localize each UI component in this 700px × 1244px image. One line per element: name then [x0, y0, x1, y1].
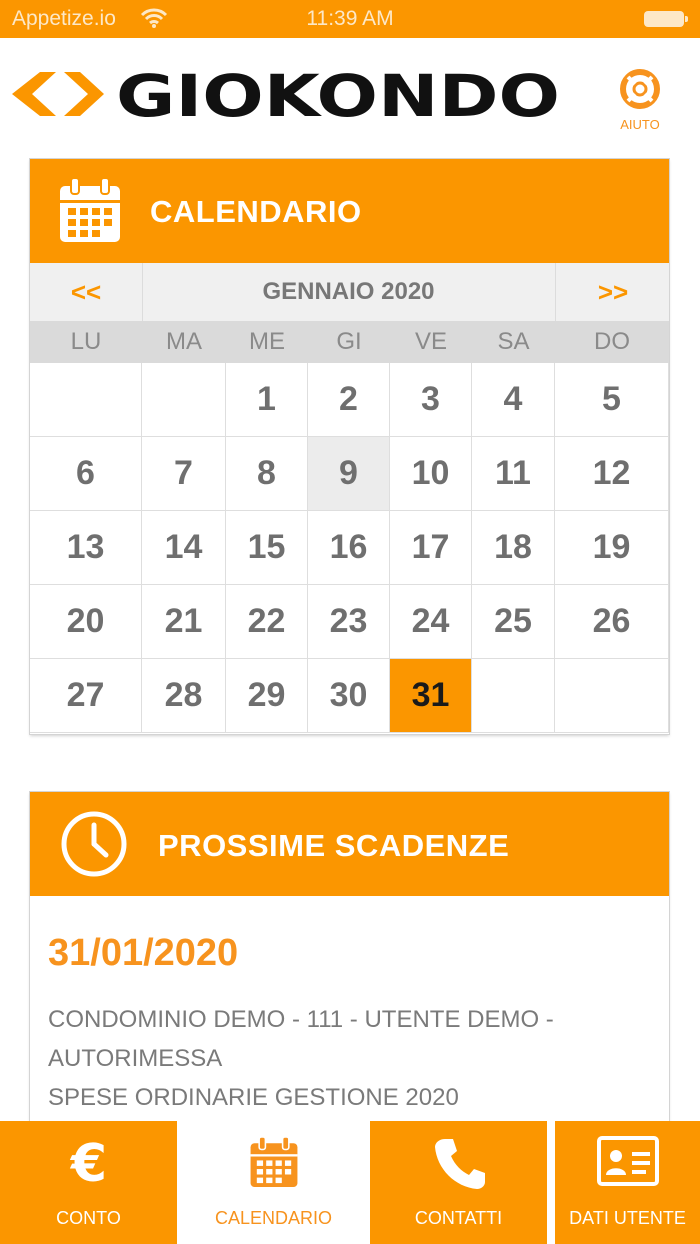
calendar-day[interactable]: 7	[142, 437, 226, 511]
calendar-title: CALENDARIO	[150, 194, 362, 229]
calendar-day[interactable]: 28	[142, 659, 226, 733]
calendar-day[interactable]: 31	[390, 659, 472, 733]
tab-calendario[interactable]: CALENDARIO	[177, 1121, 370, 1244]
calendar-empty-cell	[142, 363, 226, 437]
calendar-empty-cell	[472, 659, 555, 733]
calendar-day[interactable]: 15	[226, 511, 308, 585]
deadline-date: 31/01/2020	[48, 932, 239, 974]
status-time: 11:39 AM	[306, 7, 394, 30]
weekday-label: VE	[414, 328, 447, 355]
calendar-day[interactable]: 4	[472, 363, 555, 437]
calendar-day[interactable]: 1	[226, 363, 308, 437]
prev-month-button[interactable]: <<	[30, 263, 143, 321]
deadline-line: CONDOMINIO DEMO - 111 - UTENTE DEMO -	[48, 1006, 554, 1033]
tab-contatti[interactable]: CONTATTI	[370, 1121, 547, 1244]
calendar-empty-cell	[555, 659, 669, 733]
tab-label: CONTATTI	[414, 1208, 503, 1228]
battery-icon	[644, 11, 688, 27]
calendar-day[interactable]: 10	[390, 437, 472, 511]
calendar-grid: 1 2 3 4 5 6 7 8 9 10 11 12 13 14 15 16 17 18 19 20 21 22 23 24 2…	[30, 363, 669, 733]
deadline-line: SPESE ORDINARIE GESTIONE 2020	[48, 1084, 459, 1111]
id-card-icon	[596, 1136, 659, 1186]
calendar-day[interactable]: 20	[30, 585, 142, 659]
status-bar: Appetize.io 11:39 AM	[0, 0, 700, 38]
tab-dati-utente[interactable]: DATI UTENTE	[555, 1121, 700, 1244]
weekday-header-row: LU MA ME GI VE SA DO	[30, 321, 669, 363]
upcoming-deadlines-card: PROSSIME SCADENZE 31/01/2020 CONDOMINIO …	[30, 792, 669, 1122]
help-button[interactable]: AIUTO	[610, 68, 670, 132]
calendar-day[interactable]: 30	[308, 659, 390, 733]
help-label: AIUTO	[620, 117, 660, 132]
deadlines-header: PROSSIME SCADENZE	[30, 792, 669, 896]
calendar-day[interactable]: 26	[555, 585, 669, 659]
calendar-icon	[250, 1136, 297, 1187]
calendar-header: CALENDARIO	[30, 159, 669, 263]
calendar-day[interactable]: 8	[226, 437, 308, 511]
calendar-day[interactable]: 21	[142, 585, 226, 659]
bottom-tab-bar: € CONTO CALENDARIO CONTATTI DATI UTENTE	[0, 1121, 700, 1244]
next-month-button[interactable]: >>	[555, 263, 670, 321]
calendar-day[interactable]: 22	[226, 585, 308, 659]
euro-icon: €	[69, 1135, 106, 1191]
deadline-line: AUTORIMESSA	[48, 1045, 223, 1072]
calendar-day[interactable]: 3	[390, 363, 472, 437]
tab-label: CONTO	[56, 1208, 121, 1228]
calendar-card: CALENDARIO << GENNAIO 2020 >> LU MA ME GI VE…	[30, 159, 669, 734]
calendar-icon	[60, 177, 120, 242]
calendar-day[interactable]: 11	[472, 437, 555, 511]
svg-text:GIOKONDO: GIOKONDO	[116, 66, 560, 122]
weekday-label: ME	[249, 328, 285, 355]
weekday-label: LU	[70, 328, 102, 355]
calendar-day[interactable]: 17	[390, 511, 472, 585]
giokondo-logo: GIOKONDO	[12, 66, 560, 122]
calendar-day[interactable]: 19	[555, 511, 669, 585]
calendar-day[interactable]: 16	[308, 511, 390, 585]
calendar-day[interactable]: 2	[308, 363, 390, 437]
calendar-day[interactable]: 13	[30, 511, 142, 585]
weekday-label: SA	[497, 328, 530, 355]
calendar-day[interactable]: 6	[30, 437, 142, 511]
deadlines-title: PROSSIME SCADENZE	[158, 828, 510, 863]
calendar-day[interactable]: 18	[472, 511, 555, 585]
lifebuoy-icon	[620, 69, 660, 109]
calendar-day[interactable]: 25	[472, 585, 555, 659]
deadline-description[interactable]: CONDOMINIO DEMO - 111 - UTENTE DEMO - AU…	[48, 1000, 648, 1117]
svg-text:€: €	[69, 1135, 106, 1191]
calendar-day[interactable]: 5	[555, 363, 669, 437]
calendar-day[interactable]: 14	[142, 511, 226, 585]
weekday-label: DO	[594, 328, 630, 355]
calendar-day[interactable]: 24	[390, 585, 472, 659]
calendar-day[interactable]: 23	[308, 585, 390, 659]
calendar-day[interactable]: 29	[226, 659, 308, 733]
month-label: GENNAIO 2020	[262, 278, 435, 305]
calendar-day[interactable]: 27	[30, 659, 142, 733]
month-navigation: << GENNAIO 2020 >>	[30, 263, 669, 321]
calendar-day[interactable]: 9	[308, 437, 390, 511]
weekday-label: GI	[336, 328, 362, 355]
tab-conto[interactable]: € CONTO	[0, 1121, 177, 1244]
calendar-empty-cell	[30, 363, 142, 437]
weekday-label: MA	[166, 328, 202, 355]
phone-icon	[434, 1139, 485, 1189]
calendar-day[interactable]: 12	[555, 437, 669, 511]
clock-icon	[61, 811, 127, 877]
tab-label: CALENDARIO	[214, 1208, 333, 1228]
tab-label: DATI UTENTE	[569, 1208, 686, 1228]
